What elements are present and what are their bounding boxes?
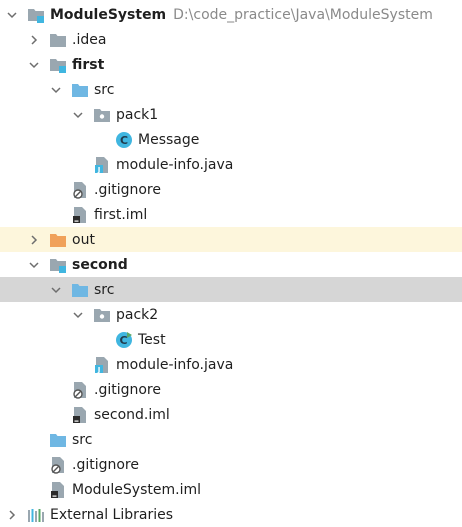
tree-item-label: External Libraries	[50, 506, 173, 523]
chevron-down-icon[interactable]	[49, 83, 63, 97]
excluded-folder-icon	[49, 231, 67, 249]
tree-item-label: module-info.java	[116, 356, 234, 373]
tree-item-src[interactable]: src	[0, 77, 462, 102]
tree-item-message[interactable]: C Message	[0, 127, 462, 152]
chevron-right-icon[interactable]	[27, 233, 41, 247]
ignored-file-icon	[71, 181, 89, 199]
tree-item-pack2[interactable]: pack2	[0, 302, 462, 327]
tree-item-external-libraries[interactable]: External Libraries	[0, 502, 462, 527]
tree-item-module-info[interactable]: J module-info.java	[0, 152, 462, 177]
tree-item-pack1[interactable]: pack1	[0, 102, 462, 127]
project-path: D:\code_practice\Java\ModuleSystem	[173, 6, 433, 23]
tree-item-label: pack2	[116, 306, 159, 323]
tree-item-label: .idea	[72, 31, 107, 48]
tree-item-label: src	[72, 431, 93, 448]
tree-item-label: Test	[138, 331, 166, 348]
package-icon	[93, 306, 111, 324]
tree-item-module-info[interactable]: J module-info.java	[0, 352, 462, 377]
tree-item-label: ModuleSystem	[50, 6, 167, 23]
chevron-down-icon[interactable]	[27, 258, 41, 272]
tree-item-idea[interactable]: .idea	[0, 27, 462, 52]
chevron-right-icon[interactable]	[27, 33, 41, 47]
tree-item-label: .gitignore	[72, 456, 139, 473]
tree-item-label: module-info.java	[116, 156, 234, 173]
source-folder-icon	[71, 81, 89, 99]
tree-item-first[interactable]: first	[0, 52, 462, 77]
tree-item-label: ModuleSystem.iml	[72, 481, 201, 498]
tree-item-gitignore[interactable]: .gitignore	[0, 177, 462, 202]
ignored-file-icon	[71, 381, 89, 399]
chevron-down-icon[interactable]	[71, 308, 85, 322]
svg-text:C: C	[119, 334, 127, 347]
tree-item-second-iml[interactable]: second.iml	[0, 402, 462, 427]
source-folder-icon	[49, 431, 67, 449]
tree-item-modulesystem-iml[interactable]: ModuleSystem.iml	[0, 477, 462, 502]
tree-item-gitignore[interactable]: .gitignore	[0, 377, 462, 402]
tree-item-gitignore[interactable]: .gitignore	[0, 452, 462, 477]
tree-item-src-root[interactable]: src	[0, 427, 462, 452]
tree-item-label: out	[72, 231, 95, 248]
chevron-down-icon[interactable]	[5, 8, 19, 22]
iml-file-icon	[71, 206, 89, 224]
tree-item-src-selected[interactable]: src	[0, 277, 462, 302]
ignored-file-icon	[49, 456, 67, 474]
tree-item-modulesystem[interactable]: ModuleSystem D:\code_practice\Java\Modul…	[0, 2, 462, 27]
tree-item-label: first	[72, 56, 105, 73]
tree-item-label: .gitignore	[94, 181, 161, 198]
class-icon: C	[115, 131, 133, 149]
folder-icon	[49, 31, 67, 49]
source-folder-icon	[71, 281, 89, 299]
module-folder-icon	[49, 56, 67, 74]
chevron-right-icon[interactable]	[5, 508, 19, 522]
chevron-down-icon[interactable]	[49, 283, 63, 297]
svg-text:J: J	[97, 166, 101, 174]
tree-item-second[interactable]: second	[0, 252, 462, 277]
tree-item-label: first.iml	[94, 206, 148, 223]
svg-text:J: J	[97, 366, 101, 374]
tree-item-test[interactable]: C Test	[0, 327, 462, 352]
iml-file-icon	[71, 406, 89, 424]
tree-item-label: src	[94, 281, 115, 298]
tree-item-label: second	[72, 256, 128, 273]
java-file-icon: J	[93, 156, 111, 174]
runnable-class-icon: C	[115, 331, 133, 349]
chevron-down-icon[interactable]	[27, 58, 41, 72]
tree-item-out[interactable]: out	[0, 227, 462, 252]
chevron-down-icon[interactable]	[71, 108, 85, 122]
tree-item-label: Message	[138, 131, 200, 148]
tree-item-label: second.iml	[94, 406, 170, 423]
tree-item-label: .gitignore	[94, 381, 161, 398]
java-file-icon: J	[93, 356, 111, 374]
project-tree: ModuleSystem D:\code_practice\Java\Modul…	[0, 2, 462, 527]
module-folder-icon	[27, 6, 45, 24]
package-icon	[93, 106, 111, 124]
libraries-icon	[27, 506, 45, 524]
tree-item-label: pack1	[116, 106, 159, 123]
tree-item-first-iml[interactable]: first.iml	[0, 202, 462, 227]
iml-file-icon	[49, 481, 67, 499]
tree-item-label: src	[94, 81, 115, 98]
module-folder-icon	[49, 256, 67, 274]
svg-text:C: C	[120, 134, 128, 147]
